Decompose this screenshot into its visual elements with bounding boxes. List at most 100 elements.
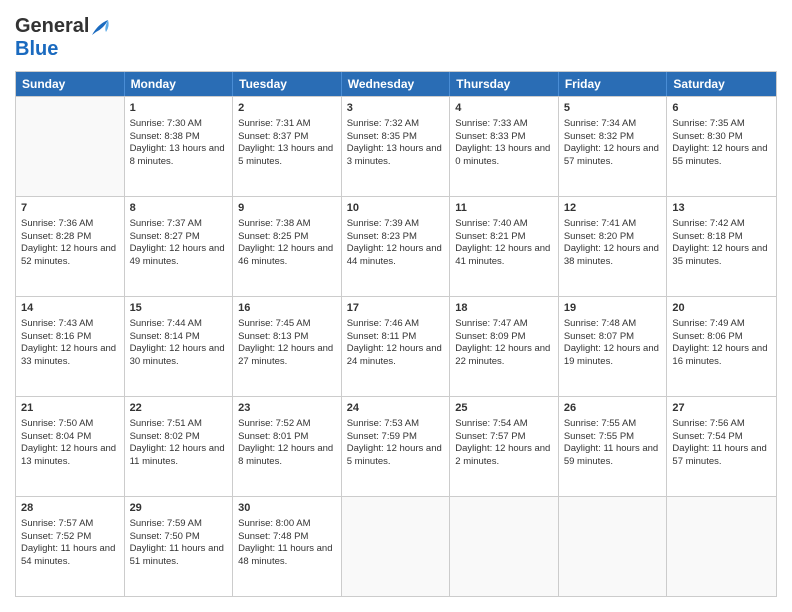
day-cell-12: 12Sunrise: 7:41 AMSunset: 8:20 PMDayligh… [559, 197, 668, 296]
empty-cell [342, 497, 451, 596]
sunrise-text: Sunrise: 7:50 AM [21, 418, 119, 431]
daylight-text: Daylight: 11 hours and 57 minutes. [672, 443, 771, 469]
day-number: 2 [238, 101, 336, 116]
day-number: 9 [238, 201, 336, 216]
sunrise-text: Sunrise: 7:32 AM [347, 118, 445, 131]
sunset-text: Sunset: 8:02 PM [130, 431, 228, 444]
day-number: 24 [347, 401, 445, 416]
sunset-text: Sunset: 8:27 PM [130, 231, 228, 244]
sunrise-text: Sunrise: 7:59 AM [130, 518, 228, 531]
sunrise-text: Sunrise: 7:33 AM [455, 118, 553, 131]
day-header-thursday: Thursday [450, 72, 559, 96]
sunrise-text: Sunrise: 7:38 AM [238, 218, 336, 231]
sunrise-text: Sunrise: 7:51 AM [130, 418, 228, 431]
day-cell-10: 10Sunrise: 7:39 AMSunset: 8:23 PMDayligh… [342, 197, 451, 296]
sunset-text: Sunset: 8:30 PM [672, 131, 771, 144]
day-cell-25: 25Sunrise: 7:54 AMSunset: 7:57 PMDayligh… [450, 397, 559, 496]
sunrise-text: Sunrise: 7:46 AM [347, 318, 445, 331]
sunrise-text: Sunrise: 7:40 AM [455, 218, 553, 231]
day-cell-26: 26Sunrise: 7:55 AMSunset: 7:55 PMDayligh… [559, 397, 668, 496]
daylight-text: Daylight: 12 hours and 33 minutes. [21, 343, 119, 369]
day-number: 7 [21, 201, 119, 216]
empty-cell [450, 497, 559, 596]
day-number: 14 [21, 301, 119, 316]
day-number: 21 [21, 401, 119, 416]
day-header-tuesday: Tuesday [233, 72, 342, 96]
day-cell-8: 8Sunrise: 7:37 AMSunset: 8:27 PMDaylight… [125, 197, 234, 296]
daylight-text: Daylight: 13 hours and 3 minutes. [347, 143, 445, 169]
day-number: 8 [130, 201, 228, 216]
daylight-text: Daylight: 12 hours and 35 minutes. [672, 243, 771, 269]
day-header-wednesday: Wednesday [342, 72, 451, 96]
sunset-text: Sunset: 8:16 PM [21, 331, 119, 344]
sunrise-text: Sunrise: 7:37 AM [130, 218, 228, 231]
sunset-text: Sunset: 8:25 PM [238, 231, 336, 244]
sunset-text: Sunset: 8:38 PM [130, 131, 228, 144]
daylight-text: Daylight: 12 hours and 52 minutes. [21, 243, 119, 269]
day-number: 6 [672, 101, 771, 116]
sunrise-text: Sunrise: 7:43 AM [21, 318, 119, 331]
day-number: 17 [347, 301, 445, 316]
sunrise-text: Sunrise: 7:42 AM [672, 218, 771, 231]
day-header-sunday: Sunday [16, 72, 125, 96]
day-number: 28 [21, 501, 119, 516]
calendar-row-2: 7Sunrise: 7:36 AMSunset: 8:28 PMDaylight… [16, 196, 776, 296]
day-cell-11: 11Sunrise: 7:40 AMSunset: 8:21 PMDayligh… [450, 197, 559, 296]
sunrise-text: Sunrise: 7:36 AM [21, 218, 119, 231]
sunrise-text: Sunrise: 7:30 AM [130, 118, 228, 131]
day-number: 1 [130, 101, 228, 116]
daylight-text: Daylight: 13 hours and 0 minutes. [455, 143, 553, 169]
daylight-text: Daylight: 12 hours and 27 minutes. [238, 343, 336, 369]
sunset-text: Sunset: 8:23 PM [347, 231, 445, 244]
day-header-friday: Friday [559, 72, 668, 96]
calendar-row-4: 21Sunrise: 7:50 AMSunset: 8:04 PMDayligh… [16, 396, 776, 496]
day-cell-7: 7Sunrise: 7:36 AMSunset: 8:28 PMDaylight… [16, 197, 125, 296]
day-number: 23 [238, 401, 336, 416]
day-number: 12 [564, 201, 662, 216]
day-number: 11 [455, 201, 553, 216]
daylight-text: Daylight: 12 hours and 5 minutes. [347, 443, 445, 469]
calendar-body: 1 Sunrise: 7:30 AMSunset: 8:38 PM Daylight… [16, 96, 776, 596]
sunrise-text: Sunrise: 7:35 AM [672, 118, 771, 131]
sunrise-text: Sunrise: 7:49 AM [672, 318, 771, 331]
day-number: 4 [455, 101, 553, 116]
daylight-text: Daylight: 12 hours and 13 minutes. [21, 443, 119, 469]
day-cell-5: 5Sunrise: 7:34 AMSunset: 8:32 PMDaylight… [559, 97, 668, 196]
sunrise-text: Sunrise: 7:31 AM [238, 118, 336, 131]
sunset-text: Sunset: 8:06 PM [672, 331, 771, 344]
logo-blue: Blue [15, 38, 58, 60]
sunrise-text: Sunrise: 7:39 AM [347, 218, 445, 231]
sunset-text: Sunset: 8:20 PM [564, 231, 662, 244]
day-number: 5 [564, 101, 662, 116]
day-number: 27 [672, 401, 771, 416]
calendar-row-1: 1 Sunrise: 7:30 AMSunset: 8:38 PM Daylight… [16, 96, 776, 196]
sunset-text: Sunset: 8:18 PM [672, 231, 771, 244]
sunset-text: Sunset: 7:48 PM [238, 531, 336, 544]
daylight-text: Daylight: 11 hours and 54 minutes. [21, 543, 119, 569]
sunset-text: Sunset: 8:35 PM [347, 131, 445, 144]
day-cell-20: 20Sunrise: 7:49 AMSunset: 8:06 PMDayligh… [667, 297, 776, 396]
sunset-text: Sunset: 7:52 PM [21, 531, 119, 544]
daylight-text: Daylight: 11 hours and 48 minutes. [238, 543, 336, 569]
daylight-text: Daylight: 12 hours and 55 minutes. [672, 143, 771, 169]
day-cell-30: 30Sunrise: 8:00 AMSunset: 7:48 PMDayligh… [233, 497, 342, 596]
logo-general: General [15, 15, 89, 37]
sunrise-text: Sunrise: 7:56 AM [672, 418, 771, 431]
calendar-header: SundayMondayTuesdayWednesdayThursdayFrid… [16, 72, 776, 96]
day-cell-28: 28Sunrise: 7:57 AMSunset: 7:52 PMDayligh… [16, 497, 125, 596]
daylight-text: Daylight: 12 hours and 16 minutes. [672, 343, 771, 369]
day-number: 30 [238, 501, 336, 516]
sunrise-text: Sunrise: 7:34 AM [564, 118, 662, 131]
day-cell-2: 2Sunrise: 7:31 AMSunset: 8:37 PMDaylight… [233, 97, 342, 196]
header: General Blue [15, 15, 777, 61]
sunrise-text: Sunrise: 7:44 AM [130, 318, 228, 331]
day-cell-4: 4Sunrise: 7:33 AMSunset: 8:33 PMDaylight… [450, 97, 559, 196]
daylight-text: Daylight: 12 hours and 57 minutes. [564, 143, 662, 169]
sunrise-text: Sunrise: 7:47 AM [455, 318, 553, 331]
day-cell-3: 3Sunrise: 7:32 AMSunset: 8:35 PMDaylight… [342, 97, 451, 196]
sunrise-text: Sunrise: 7:41 AM [564, 218, 662, 231]
day-header-saturday: Saturday [667, 72, 776, 96]
sunset-text: Sunset: 8:11 PM [347, 331, 445, 344]
day-cell-24: 24Sunrise: 7:53 AMSunset: 7:59 PMDayligh… [342, 397, 451, 496]
day-number: 22 [130, 401, 228, 416]
